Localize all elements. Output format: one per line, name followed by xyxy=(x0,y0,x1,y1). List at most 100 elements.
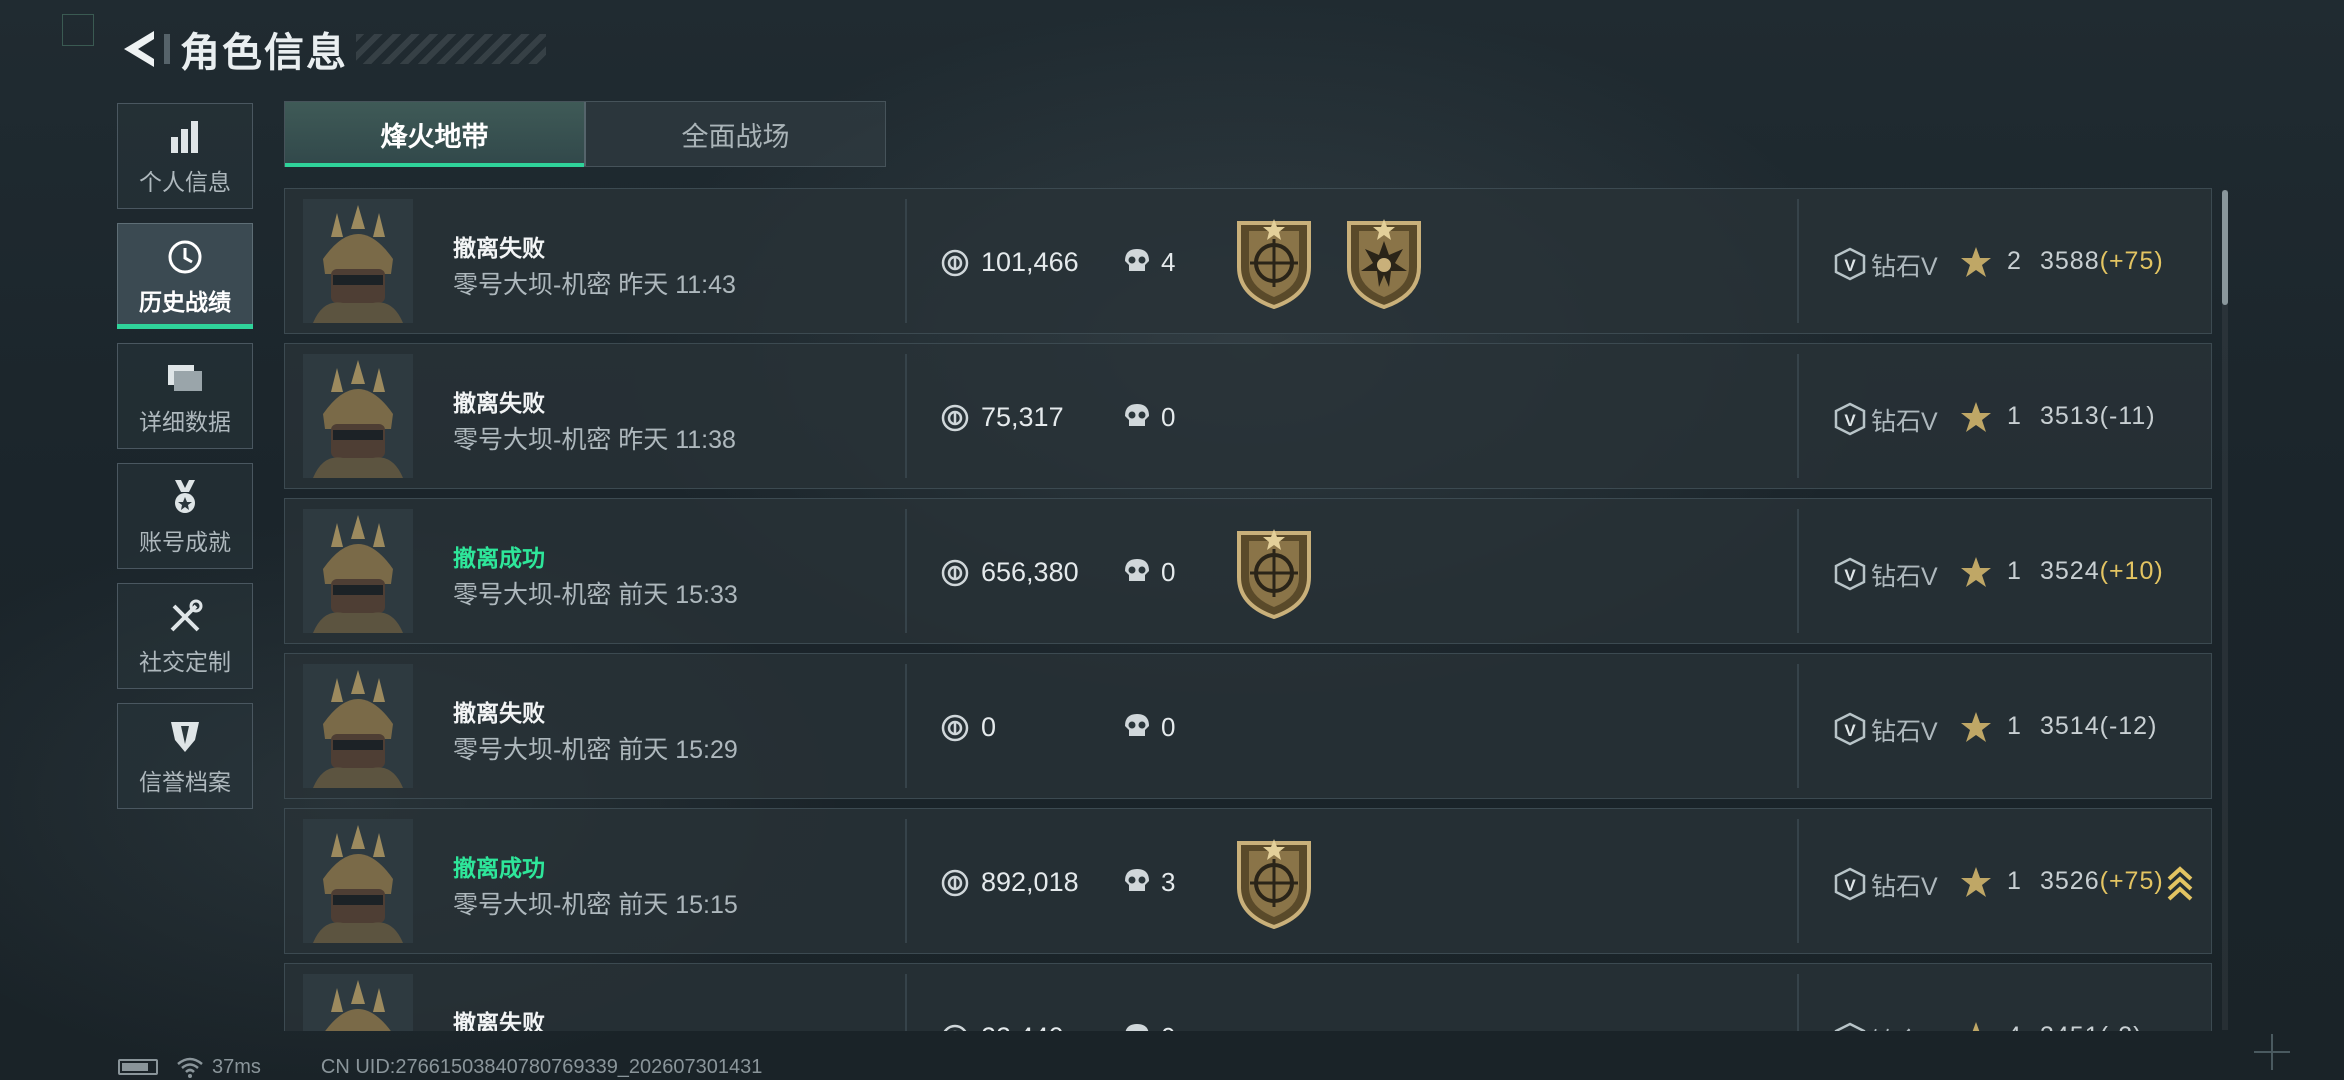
match-record-row[interactable]: 撤离成功 零号大坝-机密 前天 15:15 892,018 3 V 钻石V 1 3526(+… xyxy=(284,808,2212,954)
column-divider xyxy=(1797,974,1799,1031)
sidebar-item-details[interactable]: 详细数据 xyxy=(117,343,253,449)
extraction-status: 撤离失败 xyxy=(453,235,545,261)
match-record-row[interactable]: 撤离成功 零号大坝-机密 前天 15:33 656,380 0 V 钻石V 1 3524(+… xyxy=(284,498,2212,644)
score-delta: (-2) xyxy=(2100,1022,2143,1031)
score-value: 3524 xyxy=(2040,557,2100,585)
rank-name: 钻石V xyxy=(1871,718,1938,746)
star-icon xyxy=(1959,245,1993,279)
rank-score: 3524(+10) xyxy=(2040,557,2164,586)
skull-icon xyxy=(1123,557,1151,587)
star-count: 2 xyxy=(2007,247,2021,275)
scroll-thumb[interactable] xyxy=(2222,190,2228,305)
rank-score: 3451(-2) xyxy=(2040,1022,2143,1031)
score-delta: (-12) xyxy=(2099,712,2158,740)
column-divider xyxy=(905,199,907,323)
kill-count: 0 xyxy=(1161,1022,1175,1031)
kill-count: 0 xyxy=(1161,557,1176,587)
star-count: 1 xyxy=(2007,867,2021,895)
sidebar-item-reputation[interactable]: 信誉档案 xyxy=(117,703,253,809)
tab-full-battlefield[interactable]: 全面战场 xyxy=(584,102,885,166)
currency-icon xyxy=(941,869,969,897)
column-divider xyxy=(905,354,907,478)
map-and-time: 零号大坝-机密 昨天 11:38 xyxy=(453,420,736,456)
extraction-status: 撤离失败 xyxy=(453,1010,545,1031)
column-divider xyxy=(905,509,907,633)
match-record-row[interactable]: 撤离失败 22,440 0 V 铂金I 4 3451(-2) xyxy=(284,963,2212,1031)
kill-count: 0 xyxy=(1161,712,1176,742)
achievement-badge-icon xyxy=(1229,217,1319,310)
star-icon xyxy=(1959,710,1993,744)
scrollbar[interactable] xyxy=(2222,190,2228,1030)
clock-icon xyxy=(163,235,207,279)
loot-value: 22,440 xyxy=(981,1022,1064,1031)
tools-icon xyxy=(163,595,207,639)
map-and-time: 零号大坝-机密 昨天 11:43 xyxy=(453,265,736,301)
skull-icon xyxy=(1123,712,1151,742)
loot-value: 75,317 xyxy=(981,402,1064,432)
score-delta: (-11) xyxy=(2099,402,2156,430)
map-and-time: 零号大坝-机密 前天 15:29 xyxy=(453,730,738,766)
svg-text:V: V xyxy=(1844,721,1856,740)
bar-chart-icon xyxy=(163,115,207,159)
rank-icon: V xyxy=(1833,867,1867,901)
skull-icon xyxy=(1123,867,1151,897)
map-name: 零号大坝-机密 xyxy=(453,271,612,299)
svg-text:V: V xyxy=(1844,256,1856,275)
currency-icon xyxy=(941,249,969,277)
sidebar-item-social[interactable]: 社交定制 xyxy=(117,583,253,689)
score-delta: (+75) xyxy=(2099,247,2164,275)
sidebar-item-label: 历史战绩 xyxy=(139,289,231,315)
rank-icon: V xyxy=(1833,402,1867,436)
back-arrow-icon[interactable] xyxy=(118,25,158,73)
map-name: 零号大坝-机密 xyxy=(453,581,612,609)
achievement-badge-icon xyxy=(1229,837,1319,930)
score-value: 3526 xyxy=(2040,867,2100,895)
kill-count: 4 xyxy=(1161,247,1176,277)
column-divider xyxy=(1797,664,1799,788)
skull-icon xyxy=(1123,402,1151,432)
rank-name: 铂金I xyxy=(1871,1022,1928,1031)
loot-value: 656,380 xyxy=(981,557,1079,587)
operator-avatar xyxy=(303,199,413,323)
crosshair-icon xyxy=(2254,1034,2290,1070)
score-delta: (+10) xyxy=(2099,557,2164,585)
rank-up-chevron-icon xyxy=(2165,863,2195,903)
header-divider xyxy=(164,34,170,64)
skull-icon xyxy=(1123,247,1151,277)
svg-text:V: V xyxy=(1844,566,1856,585)
loot-value: 892,018 xyxy=(981,867,1079,897)
operator-avatar xyxy=(303,974,413,1031)
extraction-status: 撤离失败 xyxy=(453,390,545,416)
column-divider xyxy=(905,974,907,1031)
star-count: 1 xyxy=(2007,402,2021,430)
sidebar-item-label: 个人信息 xyxy=(139,169,231,195)
medal-icon xyxy=(163,475,207,519)
svg-text:V: V xyxy=(1844,876,1856,895)
map-and-time: 零号大坝-机密 前天 15:33 xyxy=(453,575,738,611)
battery-icon xyxy=(118,1059,158,1075)
extraction-status: 撤离成功 xyxy=(453,855,545,881)
star-count: 4 xyxy=(2007,1022,2021,1031)
map-and-time: 零号大坝-机密 前天 15:15 xyxy=(453,885,738,921)
map-name: 零号大坝-机密 xyxy=(453,736,612,764)
skull-icon xyxy=(1123,1022,1151,1031)
match-record-row[interactable]: 撤离失败 零号大坝-机密 前天 15:29 0 0 V 钻石V 1 3514(-12) xyxy=(284,653,2212,799)
sidebar-item-achievements[interactable]: 账号成就 xyxy=(117,463,253,569)
sidebar: 个人信息 历史战绩 详细数据 账号成就 社交定制 信誉档案 xyxy=(117,103,255,823)
tab-warzone[interactable]: 烽火地带 xyxy=(285,102,584,167)
star-icon xyxy=(1959,400,1993,434)
score-value: 3451 xyxy=(2040,1022,2100,1031)
sidebar-item-label: 社交定制 xyxy=(139,649,231,675)
uid-text: CN UID:276615038407807693​39_20260730143… xyxy=(320,1055,763,1078)
rank-name: 钻石V xyxy=(1871,253,1938,281)
rank-score: 3526(+75) xyxy=(2040,867,2164,896)
sidebar-item-profile[interactable]: 个人信息 xyxy=(117,103,253,209)
extraction-status: 撤离失败 xyxy=(453,700,545,726)
operator-avatar xyxy=(303,664,413,788)
match-record-row[interactable]: 撤离失败 零号大坝-机密 昨天 11:43 101,466 4 V 钻石V 2 3588(+… xyxy=(284,188,2212,334)
status-footer: 37ms CN UID:276615038407807693​39_202607… xyxy=(118,1055,762,1079)
sidebar-item-history[interactable]: 历史战绩 xyxy=(117,223,253,329)
score-delta: (+75) xyxy=(2099,867,2164,895)
match-record-row[interactable]: 撤离失败 零号大坝-机密 昨天 11:38 75,317 0 V 钻石V 1 3513(-11… xyxy=(284,343,2212,489)
page-title: 角色信息 xyxy=(180,31,348,75)
